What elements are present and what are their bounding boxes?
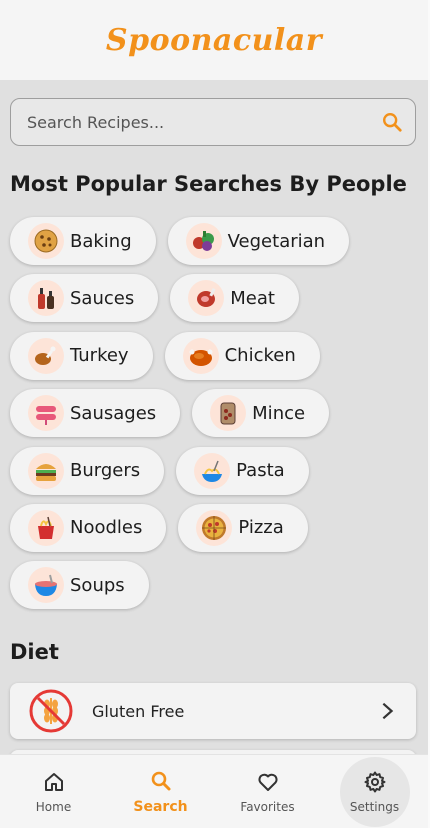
mince-board-icon bbox=[210, 395, 247, 432]
app-title: Spoonacular bbox=[105, 22, 323, 58]
search-icon[interactable] bbox=[381, 111, 403, 133]
noodles-box-icon bbox=[28, 509, 64, 546]
gluten-free-icon bbox=[29, 689, 73, 733]
meat-icon bbox=[188, 280, 225, 317]
search-icon bbox=[151, 771, 170, 790]
popular-searches-heading: Most Popular Searches By People bbox=[10, 172, 407, 196]
nav-label: Settings bbox=[349, 799, 400, 814]
nav-label: Search bbox=[133, 798, 188, 815]
chip-baking[interactable]: Baking bbox=[10, 217, 156, 265]
nav-label: Favorites bbox=[240, 799, 295, 814]
pasta-icon bbox=[194, 452, 231, 489]
chip-label: Turkey bbox=[70, 345, 129, 367]
roast-chicken-icon bbox=[182, 337, 219, 374]
chip-label: Mince bbox=[252, 402, 306, 424]
sauce-bottles-icon bbox=[28, 280, 64, 317]
search-bar[interactable] bbox=[10, 98, 416, 146]
chip-pasta[interactable]: Pasta bbox=[176, 446, 309, 495]
diet-item-label: Gluten Free bbox=[92, 701, 185, 721]
bottom-navigation: Home Search Favorites Settings bbox=[0, 754, 428, 828]
soup-bowl-icon bbox=[28, 567, 64, 604]
chip-label: Burgers bbox=[70, 460, 141, 482]
turkey-leg-icon bbox=[28, 337, 64, 374]
vegetables-icon bbox=[185, 223, 222, 259]
home-icon bbox=[44, 772, 63, 791]
chip-chicken[interactable]: Chicken bbox=[164, 331, 320, 380]
chip-label: Sauces bbox=[70, 287, 135, 309]
diet-heading: Diet bbox=[10, 640, 59, 664]
nav-favorites[interactable]: Favorites bbox=[214, 755, 321, 828]
chip-label: Meat bbox=[230, 287, 275, 309]
chip-label: Pasta bbox=[236, 460, 285, 482]
cookie-icon bbox=[28, 223, 64, 259]
chip-label: Pizza bbox=[238, 517, 284, 539]
chip-label: Vegetarian bbox=[227, 230, 326, 252]
burger-icon bbox=[28, 452, 64, 489]
search-input[interactable] bbox=[27, 112, 381, 132]
chevron-right-icon bbox=[382, 702, 394, 720]
app-header: Spoonacular bbox=[0, 0, 428, 80]
sausages-icon bbox=[28, 395, 64, 432]
chip-sausages[interactable]: Sausages bbox=[10, 389, 181, 438]
popular-searches-list: Baking Vegetarian Sauces Meat Turkey Chi… bbox=[10, 217, 420, 619]
chip-burgers[interactable]: Burgers bbox=[10, 446, 165, 495]
chip-label: Baking bbox=[70, 230, 132, 252]
chip-turkey[interactable]: Turkey bbox=[10, 331, 153, 380]
chip-label: Chicken bbox=[224, 345, 296, 367]
chip-meat[interactable]: Meat bbox=[170, 274, 299, 323]
chip-label: Noodles bbox=[70, 517, 143, 539]
nav-settings[interactable]: Settings bbox=[321, 755, 428, 828]
chip-mince[interactable]: Mince bbox=[192, 389, 330, 438]
heart-icon bbox=[257, 773, 278, 791]
nav-home[interactable]: Home bbox=[0, 755, 107, 828]
chip-sauces[interactable]: Sauces bbox=[10, 274, 159, 323]
chip-noodles[interactable]: Noodles bbox=[10, 503, 167, 552]
nav-label: Home bbox=[35, 799, 72, 814]
chip-label: Sausages bbox=[70, 402, 157, 424]
nav-search[interactable]: Search bbox=[107, 755, 214, 828]
chip-pizza[interactable]: Pizza bbox=[178, 503, 308, 552]
chip-vegetarian[interactable]: Vegetarian bbox=[167, 217, 350, 265]
gear-icon bbox=[364, 771, 385, 792]
pizza-icon bbox=[196, 509, 233, 546]
main-content[interactable]: Most Popular Searches By People Baking V… bbox=[0, 80, 428, 754]
chip-label: Soups bbox=[70, 574, 125, 596]
diet-item-gluten-free[interactable]: Gluten Free bbox=[10, 683, 416, 739]
chip-soups[interactable]: Soups bbox=[10, 561, 149, 610]
